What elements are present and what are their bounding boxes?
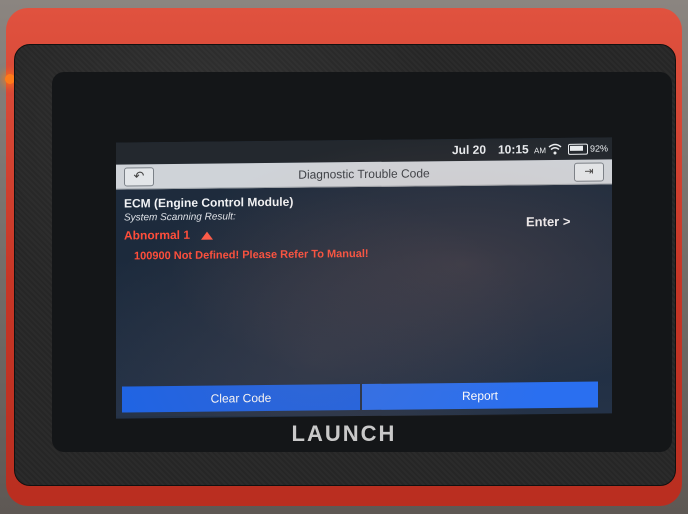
status-time: 10:15 xyxy=(498,142,529,157)
status-date: Jul 20 xyxy=(452,142,487,158)
action-bar: Clear Code Report xyxy=(122,381,598,413)
dtc-content: ECM (Engine Control Module) System Scann… xyxy=(116,183,612,384)
dtc-entry: 100900 Not Defined! Please Refer To Manu… xyxy=(134,247,369,263)
battery-icon xyxy=(568,143,588,155)
exit-icon: ⇥ xyxy=(584,165,594,178)
report-button[interactable]: Report xyxy=(362,381,598,411)
status-ampm: AM xyxy=(534,146,546,156)
scan-status[interactable]: Abnormal 1 xyxy=(124,227,214,243)
brand-logo: LAUNCH xyxy=(291,421,397,446)
battery-level: 92% xyxy=(590,143,609,154)
enter-button[interactable]: Enter > xyxy=(526,214,570,229)
scan-status-text: Abnormal 1 xyxy=(124,227,191,243)
page-title: Diagnostic Trouble Code xyxy=(298,166,430,182)
device-photo: Jul 20 10:15 AM 92% ↶ Diagnostic Trouble… xyxy=(0,0,688,514)
clear-code-button[interactable]: Clear Code xyxy=(122,384,360,413)
exit-button[interactable]: ⇥ xyxy=(574,162,604,182)
status-arrow-up-icon xyxy=(201,231,214,240)
scan-result-label: System Scanning Result: xyxy=(124,211,236,224)
module-name: ECM (Engine Control Module) xyxy=(124,194,294,211)
device-screen: Jul 20 10:15 AM 92% ↶ Diagnostic Trouble… xyxy=(116,137,612,419)
wifi-icon xyxy=(548,143,562,155)
